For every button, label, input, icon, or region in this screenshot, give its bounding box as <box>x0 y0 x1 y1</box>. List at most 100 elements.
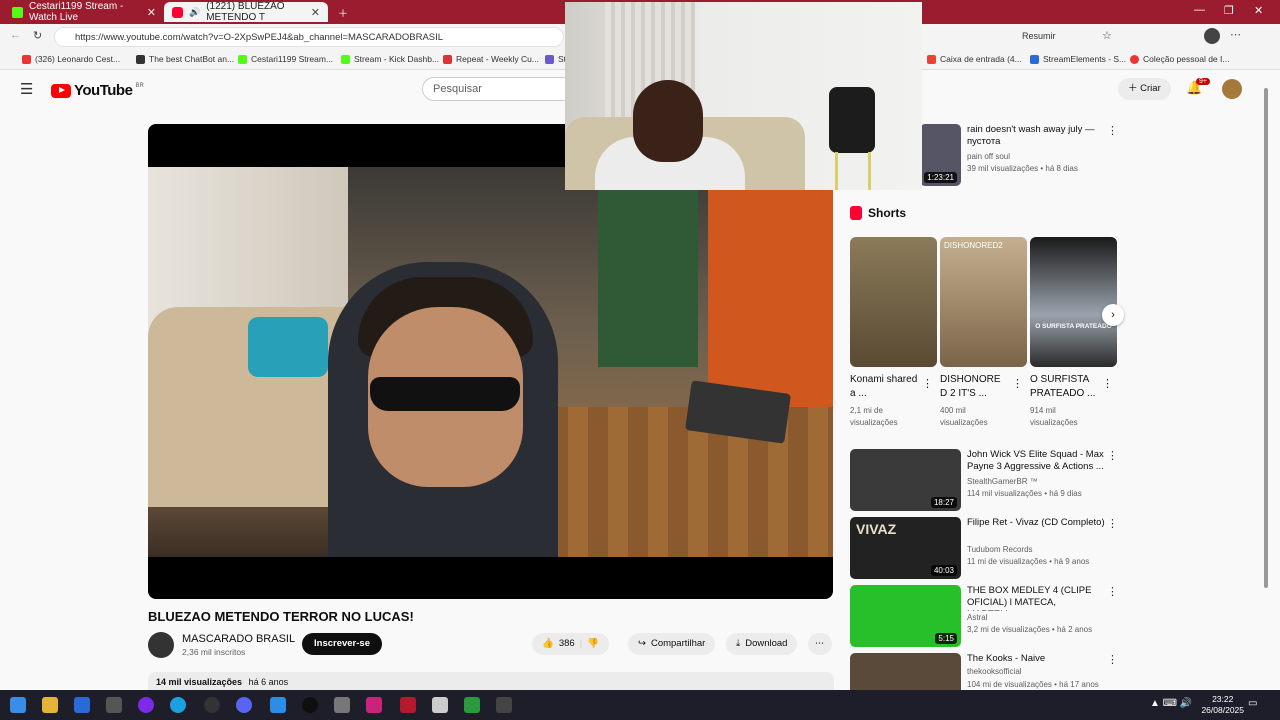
start-icon[interactable] <box>10 697 26 713</box>
bookmark-item[interactable]: Stream - Kick Dashb... <box>341 54 439 64</box>
short-item[interactable]: Konami shared a ... 2,1 mi de visualizaç… <box>850 237 937 429</box>
video-title[interactable]: John Wick VS Elite Squad - Max Payne 3 A… <box>967 449 1107 473</box>
file-explorer-icon[interactable] <box>42 697 58 713</box>
more-options-icon[interactable]: ⋮ <box>1107 449 1118 462</box>
more-options-icon[interactable]: ⋮ <box>1107 517 1118 530</box>
more-options-icon[interactable]: ⋮ <box>1102 377 1113 390</box>
tab-kick-stream[interactable]: Cestari1199 Stream - Watch Live ✕ <box>4 1 164 23</box>
bookmark-item[interactable]: (326) Leonardo Cest... <box>22 54 120 64</box>
more-actions-icon[interactable]: ⋯ <box>808 633 832 655</box>
short-thumbnail[interactable]: DISHONORED2 <box>940 237 1027 367</box>
more-menu-icon[interactable]: ⋯ <box>1230 28 1241 41</box>
download-button[interactable]: ⤓ Download <box>726 633 798 655</box>
video-player[interactable] <box>148 124 833 599</box>
video-thumbnail[interactable] <box>850 653 961 690</box>
more-options-icon[interactable]: ⋮ <box>1107 124 1118 137</box>
page-scrollbar[interactable] <box>1264 88 1270 688</box>
bookmark-item[interactable]: Caixa de entrada (4... <box>927 54 1022 64</box>
search-input[interactable]: Pesquisar <box>422 77 572 101</box>
edge-icon[interactable] <box>170 697 186 713</box>
short-thumbnail[interactable]: O SURFISTA PRATEADO <box>1030 237 1117 367</box>
short-title[interactable]: O SURFISTA PRATEADO ... <box>1030 373 1098 401</box>
bookmark-item[interactable]: The best ChatBot an... <box>136 54 234 64</box>
bookmark-item[interactable]: StreamElements - S... <box>1030 54 1126 64</box>
youtube-logo[interactable]: YouTube BR <box>51 82 144 99</box>
video-channel[interactable]: Tudubom Records <box>967 545 1033 554</box>
new-tab-button[interactable]: ＋ <box>330 2 356 22</box>
share-button[interactable]: ↪ Compartilhar <box>628 633 716 655</box>
discord-icon[interactable] <box>236 697 252 713</box>
short-views: 914 mil visualizações <box>1030 406 1078 427</box>
hamburger-menu-icon[interactable]: ☰ <box>20 80 33 98</box>
steam-icon[interactable] <box>74 697 90 713</box>
notifications-icon[interactable]: ▭ <box>1248 698 1257 709</box>
app-icon[interactable] <box>106 697 122 713</box>
obs-icon[interactable] <box>138 697 154 713</box>
app-icon[interactable] <box>496 697 512 713</box>
short-thumbnail[interactable] <box>850 237 937 367</box>
short-title[interactable]: Konami shared a ... <box>850 373 918 401</box>
minimize-icon[interactable]: — <box>1194 4 1205 16</box>
profile-avatar[interactable] <box>1204 28 1220 44</box>
more-options-icon[interactable]: ⋮ <box>1107 585 1118 598</box>
video-channel[interactable]: Astral <box>967 613 987 622</box>
app-icon[interactable] <box>464 697 480 713</box>
favorite-star-icon[interactable]: ☆ <box>1102 29 1112 42</box>
tab-title: Cestari1199 Stream - Watch Live <box>29 1 124 23</box>
app-icon[interactable] <box>204 697 220 713</box>
app-icon[interactable] <box>400 697 416 713</box>
subscribe-button[interactable]: Inscrever-se <box>302 633 382 655</box>
short-title[interactable]: DISHONORE D 2 IT'S ... <box>940 373 1008 401</box>
video-title[interactable]: Filipe Ret - Vivaz (CD Completo) <box>967 517 1107 529</box>
recommended-video[interactable]: 5:15 THE BOX MEDLEY 4 (CLIPE OFICIAL) l … <box>850 585 1125 647</box>
close-tab-icon[interactable]: ✕ <box>311 6 320 19</box>
like-button[interactable]: 👍 386 | 👎 <box>532 633 610 655</box>
video-title[interactable]: THE BOX MEDLEY 4 (CLIPE OFICIAL) l MATEC… <box>967 585 1107 611</box>
create-button[interactable]: ＋ Criar <box>1118 78 1171 100</box>
app-icon[interactable] <box>270 697 286 713</box>
app-icon[interactable] <box>366 697 382 713</box>
channel-name[interactable]: MASCARADO BRASIL <box>182 633 295 645</box>
video-channel[interactable]: pain off soul <box>967 152 1010 161</box>
short-item[interactable]: DISHONORED2 DISHONORE D 2 IT'S ... 400 m… <box>940 237 1027 429</box>
bookmark-item[interactable]: Cestari1199 Stream... <box>238 54 333 64</box>
download-icon: ⤓ <box>736 638 741 649</box>
close-window-icon[interactable]: ✕ <box>1254 4 1263 17</box>
system-tray-icons[interactable]: ▲ ⌨ 🔊 <box>1150 698 1192 709</box>
video-channel[interactable]: StealthGamerBR ™ <box>967 477 1038 486</box>
taskbar-clock[interactable]: 23:22 26/08/2025 <box>1201 694 1244 716</box>
account-avatar[interactable] <box>1222 79 1242 99</box>
video-thumbnail[interactable]: VIVAZ 40:03 <box>850 517 961 579</box>
video-title[interactable]: rain doesn't wash away july — пустота <box>967 124 1107 148</box>
video-thumbnail[interactable]: 5:15 <box>850 585 961 647</box>
scrollbar-thumb[interactable] <box>1264 88 1268 588</box>
more-options-icon[interactable]: ⋮ <box>922 377 933 390</box>
app-icon[interactable] <box>334 697 350 713</box>
url-field[interactable]: https://www.youtube.com/watch?v=O-2XpSwP… <box>54 27 564 47</box>
recommended-video[interactable]: VIVAZ 40:03 Filipe Ret - Vivaz (CD Compl… <box>850 517 1125 579</box>
summarize-button[interactable]: Resumir <box>1022 31 1056 41</box>
bookmark-item[interactable]: Repeat - Weekly Cu... <box>443 54 539 64</box>
video-thumbnail[interactable]: 18:27 <box>850 449 961 511</box>
reload-icon[interactable]: ↻ <box>33 29 42 42</box>
video-channel[interactable]: thekooksofficial <box>967 667 1022 676</box>
tab-youtube[interactable]: 🔊 (1221) BLUEZAO METENDO T ✕ <box>164 1 328 23</box>
recommended-video[interactable]: 1:23:21 rain doesn't wash away july — пу… <box>920 124 1125 186</box>
recommended-video[interactable]: 18:27 John Wick VS Elite Squad - Max Pay… <box>850 449 1125 511</box>
app-icon[interactable] <box>302 697 318 713</box>
shorts-next-icon[interactable]: › <box>1102 304 1124 326</box>
video-thumbnail[interactable]: 1:23:21 <box>920 124 961 186</box>
back-icon[interactable]: ← <box>10 29 21 41</box>
video-title[interactable]: The Kooks - Naive <box>967 653 1107 665</box>
more-options-icon[interactable]: ⋮ <box>1012 377 1023 390</box>
thumbs-down-icon[interactable]: 👎 <box>587 633 599 655</box>
close-tab-icon[interactable]: ✕ <box>147 6 156 19</box>
channel-avatar[interactable] <box>148 632 174 658</box>
more-options-icon[interactable]: ⋮ <box>1107 653 1118 666</box>
app-icon[interactable] <box>432 697 448 713</box>
recommended-video[interactable]: The Kooks - Naive thekooksofficial 104 m… <box>850 653 1125 690</box>
restore-icon[interactable]: ❐ <box>1224 4 1234 17</box>
bookmark-item[interactable]: St <box>545 54 566 64</box>
short-item[interactable]: O SURFISTA PRATEADO O SURFISTA PRATEADO … <box>1030 237 1117 429</box>
bookmark-item[interactable]: Coleção pessoal de I... <box>1130 54 1229 64</box>
